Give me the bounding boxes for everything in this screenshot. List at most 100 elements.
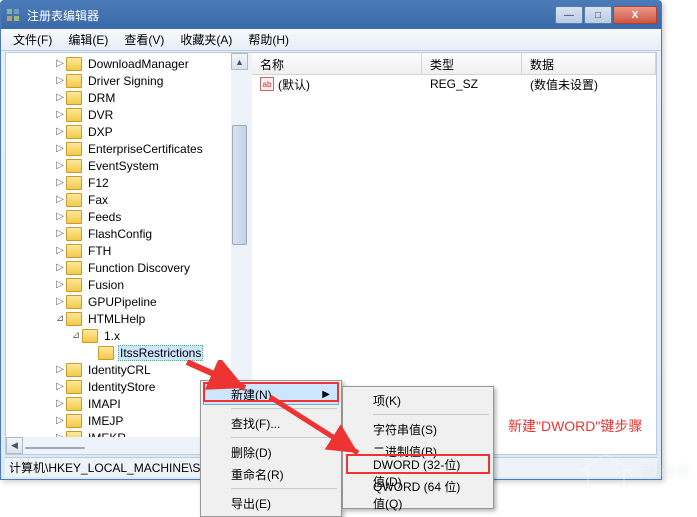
menu-export[interactable]: 导出(E) [203, 492, 339, 514]
expand-icon[interactable]: ▷ [54, 92, 66, 104]
tree-label: 1.x [102, 329, 122, 343]
expand-icon[interactable]: ▷ [54, 296, 66, 308]
status-path: 计算机\HKEY_LOCAL_MACHINE\S [9, 459, 200, 476]
folder-icon [66, 57, 82, 71]
menu-separator [231, 408, 337, 409]
menu-delete[interactable]: 删除(D) [203, 441, 339, 463]
tree-label: Fusion [86, 278, 126, 292]
tree-node[interactable]: ▷ EventSystem [6, 157, 247, 174]
tree-label: F12 [86, 176, 111, 190]
menu-separator [231, 488, 337, 489]
tree-node[interactable]: ▷IdentityCRL [6, 361, 247, 378]
folder-icon [66, 278, 82, 292]
expand-icon[interactable]: ▷ [54, 228, 66, 240]
menu-new-string[interactable]: 字符串值(S) [345, 418, 491, 440]
folder-icon [66, 125, 82, 139]
menu-view[interactable]: 查看(V) [116, 29, 172, 50]
col-name[interactable]: 名称 [252, 53, 422, 74]
annotation-text: 新建"DWORD"键步骤 [508, 416, 642, 436]
tree-label: IdentityStore [86, 380, 157, 394]
expand-icon[interactable]: ▷ [54, 279, 66, 291]
tree-node[interactable]: ▷DownloadManager [6, 55, 247, 72]
tree-label: DVR [86, 108, 115, 122]
folder-icon [66, 244, 82, 258]
menu-help[interactable]: 帮助(H) [240, 29, 297, 50]
tree-node[interactable]: ItssRestrictions [6, 344, 247, 361]
col-type[interactable]: 类型 [422, 53, 522, 74]
expand-icon[interactable]: ▷ [54, 415, 66, 427]
maximize-button[interactable]: □ [584, 6, 612, 24]
tree-label: ItssRestrictions [118, 345, 203, 361]
list-header: 名称 类型 数据 [252, 53, 656, 75]
window-title: 注册表编辑器 [27, 7, 555, 24]
tree-node[interactable]: ▷Function Discovery [6, 259, 247, 276]
tree-label: Feeds [86, 210, 123, 224]
tree-node[interactable]: ▷ FlashConfig [6, 225, 247, 242]
menu-edit[interactable]: 编辑(E) [60, 29, 116, 50]
expand-icon[interactable]: ▷ [54, 364, 66, 376]
menu-separator [231, 437, 337, 438]
expand-icon[interactable]: ▷ [54, 160, 66, 172]
menu-new-key[interactable]: 项(K) [345, 389, 491, 411]
submenu-arrow-icon: ▶ [322, 389, 330, 400]
tree-node[interactable]: ▷ Feeds [6, 208, 247, 225]
string-value-icon: ab [260, 77, 274, 91]
scroll-left-icon[interactable]: ◀ [6, 437, 23, 454]
app-icon [5, 7, 21, 23]
folder-icon [98, 346, 114, 360]
menu-file[interactable]: 文件(F) [5, 29, 60, 50]
expand-icon[interactable]: ▷ [54, 262, 66, 274]
expand-icon[interactable]: ⊿ [70, 330, 82, 342]
list-row[interactable]: ab(默认) REG_SZ (数值未设置) [252, 75, 656, 93]
expand-icon[interactable]: ▷ [54, 245, 66, 257]
expand-icon[interactable]: ▷ [54, 109, 66, 121]
tree-node[interactable]: ▷ Fusion [6, 276, 247, 293]
menu-separator [373, 414, 489, 415]
menu-find[interactable]: 查找(F)... [203, 412, 339, 434]
expand-icon[interactable]: ▷ [54, 143, 66, 155]
col-data[interactable]: 数据 [522, 53, 656, 74]
value-name: (默认) [278, 76, 310, 93]
close-button[interactable]: X [613, 6, 657, 24]
tree-node[interactable]: ▷ DVR [6, 106, 247, 123]
tree-node[interactable]: ▷DRM [6, 89, 247, 106]
menu-favorites[interactable]: 收藏夹(A) [172, 29, 240, 50]
folder-icon [66, 295, 82, 309]
tree-label: IMAPI [86, 397, 123, 411]
tree-label: FTH [86, 244, 113, 258]
expand-icon[interactable]: ▷ [54, 211, 66, 223]
minimize-button[interactable]: — [555, 6, 583, 24]
tree-label: FlashConfig [86, 227, 154, 241]
folder-icon [66, 74, 82, 88]
expand-icon[interactable]: ▷ [54, 398, 66, 410]
tree-node[interactable]: ▷EnterpriseCertificates [6, 140, 247, 157]
expand-icon[interactable]: ▷ [54, 126, 66, 138]
expand-icon[interactable] [86, 347, 98, 359]
tree-node[interactable]: ▷GPUPipeline [6, 293, 247, 310]
horizontal-scrollbar[interactable]: ◀ ▶ [6, 437, 231, 454]
menu-rename[interactable]: 重命名(R) [203, 463, 339, 485]
folder-icon [66, 363, 82, 377]
expand-icon[interactable]: ▷ [54, 58, 66, 70]
tree-node[interactable]: ▷DXP [6, 123, 247, 140]
scroll-up-icon[interactable]: ▲ [231, 53, 248, 70]
tree-node[interactable]: ▷ F12 [6, 174, 247, 191]
tree-label: IMEJP [86, 414, 125, 428]
expand-icon[interactable]: ⊿ [54, 313, 66, 325]
titlebar[interactable]: 注册表编辑器 — □ X [1, 1, 661, 29]
tree-label: HTMLHelp [86, 312, 147, 326]
tree-node[interactable]: ⊿ HTMLHelp [6, 310, 247, 327]
expand-icon[interactable]: ▷ [54, 177, 66, 189]
menu-new-qword[interactable]: QWORD (64 位)值(Q) [345, 484, 491, 506]
expand-icon[interactable]: ▷ [54, 75, 66, 87]
folder-icon [66, 261, 82, 275]
expand-icon[interactable]: ▷ [54, 194, 66, 206]
folder-icon [66, 312, 82, 326]
tree-node[interactable]: ▷ FTH [6, 242, 247, 259]
expand-icon[interactable]: ▷ [54, 381, 66, 393]
tree-node[interactable]: ▷Fax [6, 191, 247, 208]
tree-label: EventSystem [86, 159, 161, 173]
menu-new[interactable]: 新建(N)▶ [203, 383, 339, 405]
tree-node[interactable]: ▷Driver Signing [6, 72, 247, 89]
tree-node[interactable]: ⊿ 1.x [6, 327, 247, 344]
